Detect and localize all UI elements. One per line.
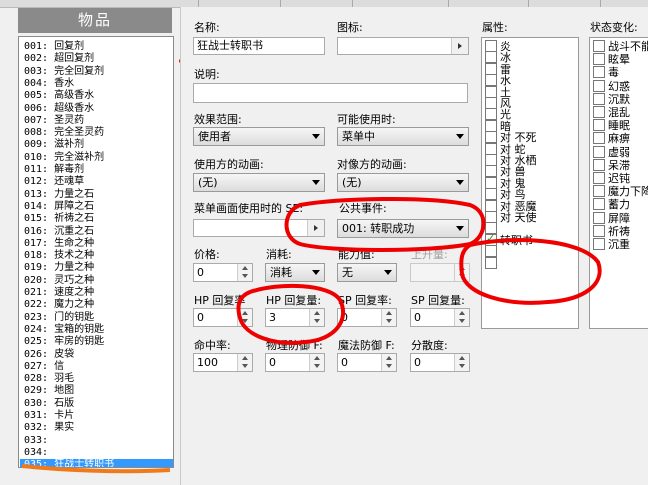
annotation-overlay xyxy=(21,197,602,474)
annotation-underline xyxy=(21,464,171,474)
annotation-circle-hp-amount xyxy=(236,283,346,345)
annotation-circle-common-event xyxy=(284,197,486,252)
annotation-circle-class-book xyxy=(459,238,602,305)
